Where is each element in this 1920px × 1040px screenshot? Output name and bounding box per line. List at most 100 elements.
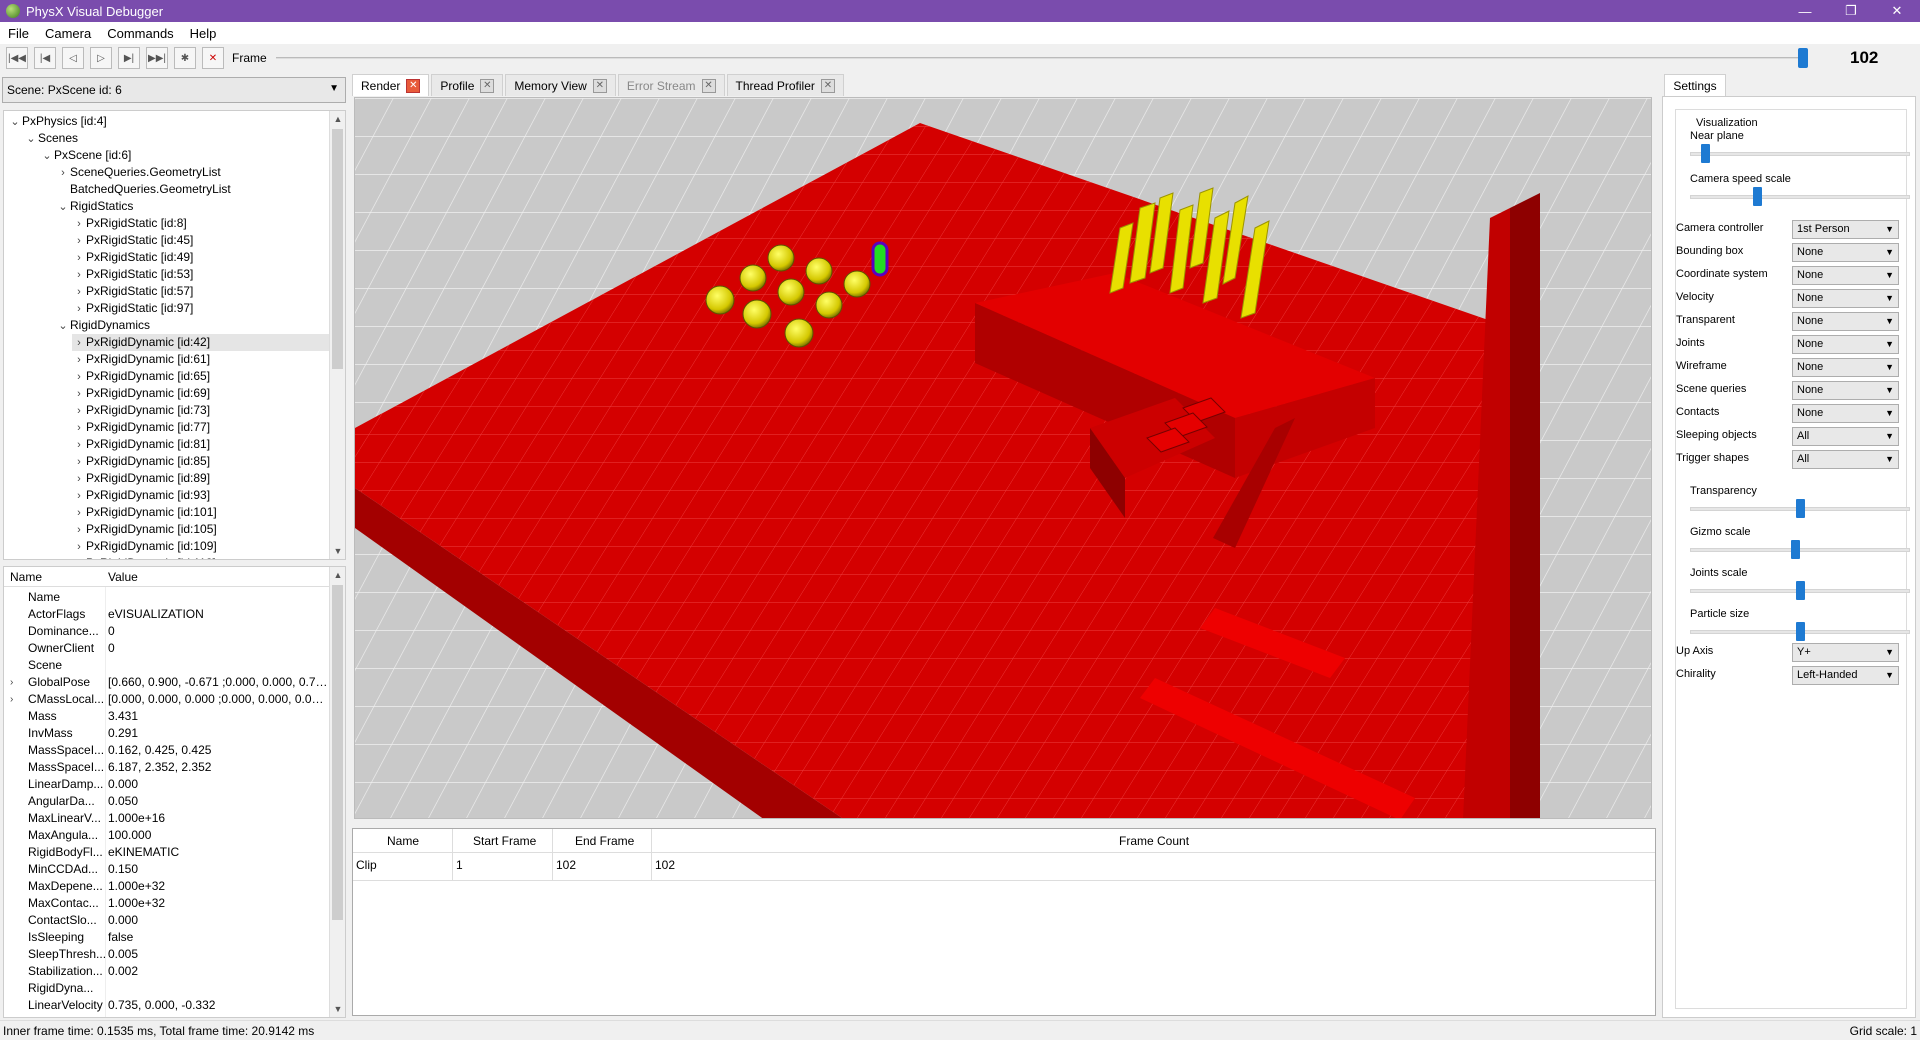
chevron-right-icon[interactable]: › xyxy=(72,301,86,318)
close-tab-icon[interactable]: ✕ xyxy=(480,78,495,93)
play-icon[interactable]: ▷ xyxy=(90,47,112,69)
property-row[interactable]: MinCCDAd... 0.150 xyxy=(4,861,331,878)
tree-item[interactable]: › PxRigidStatic [id:8] xyxy=(72,215,187,232)
chevron-right-icon[interactable]: › xyxy=(72,488,86,505)
setting-select[interactable]: None ▼ xyxy=(1792,243,1899,262)
chevron-right-icon[interactable]: › xyxy=(72,522,86,539)
scroll-up-icon[interactable]: ▲ xyxy=(330,567,345,583)
property-row[interactable]: ContactSlo... 0.000 xyxy=(4,912,331,929)
close-tab-icon[interactable]: ✕ xyxy=(701,78,716,93)
tree-item[interactable]: › PxRigidStatic [id:57] xyxy=(72,283,193,300)
close-button[interactable]: ✕ xyxy=(1874,0,1920,22)
chevron-right-icon[interactable]: › xyxy=(72,335,86,352)
property-row[interactable]: Scene xyxy=(4,657,331,674)
tree-item[interactable]: › PxRigidDynamic [id:61] xyxy=(72,351,210,368)
chevron-right-icon[interactable]: › xyxy=(72,505,86,522)
property-row[interactable]: InvMass 0.291 xyxy=(4,725,331,742)
property-row[interactable]: MaxAngula... 100.000 xyxy=(4,827,331,844)
property-row[interactable]: MassSpaceI... 6.187, 2.352, 2.352 xyxy=(4,759,331,776)
scroll-up-icon[interactable]: ▲ xyxy=(330,111,345,127)
chevron-right-icon[interactable]: › xyxy=(72,403,86,420)
tree-item[interactable]: › PxRigidDynamic [id:93] xyxy=(72,487,210,504)
minimize-button[interactable]: — xyxy=(1782,0,1828,22)
tree-item[interactable]: › PxRigidDynamic [id:89] xyxy=(72,470,210,487)
setting-select[interactable]: None ▼ xyxy=(1792,312,1899,331)
setting-select[interactable]: Left-Handed ▼ xyxy=(1792,666,1899,685)
tab-profile[interactable]: Profile ✕ xyxy=(431,74,504,96)
menu-file[interactable]: File xyxy=(0,26,37,41)
tree-item[interactable]: › PxRigidDynamic [id:69] xyxy=(72,385,210,402)
chevron-right-icon[interactable]: › xyxy=(72,454,86,471)
property-row[interactable]: IsSleeping false xyxy=(4,929,331,946)
chevron-down-icon[interactable]: ⌄ xyxy=(24,131,38,148)
property-row[interactable]: › CMassLocal... [0.000, 0.000, 0.000 ;0.00… xyxy=(4,691,331,708)
chevron-right-icon[interactable]: › xyxy=(72,556,86,559)
tree-item[interactable]: › PxRigidStatic [id:53] xyxy=(72,266,193,283)
clip-table[interactable]: Name Start Frame End Frame Frame Count C… xyxy=(352,828,1656,1016)
connect-icon[interactable]: ✱ xyxy=(174,47,196,69)
scene-select[interactable]: Scene: PxScene id: 6 ▼ xyxy=(2,77,346,103)
tree-item[interactable]: › PxRigidDynamic [id:65] xyxy=(72,368,210,385)
tree-item[interactable]: BatchedQueries.GeometryList xyxy=(56,181,231,198)
tree-item[interactable]: › PxRigidDynamic [id:77] xyxy=(72,419,210,436)
property-row[interactable]: › GlobalPose [0.660, 0.900, -0.671 ;0.000,… xyxy=(4,674,331,691)
tree-item[interactable]: › PxRigidDynamic [id:73] xyxy=(72,402,210,419)
tree-item[interactable]: › PxRigidStatic [id:97] xyxy=(72,300,193,317)
menu-camera[interactable]: Camera xyxy=(37,26,99,41)
tree-item[interactable]: › PxRigidStatic [id:45] xyxy=(72,232,193,249)
chevron-down-icon[interactable]: ⌄ xyxy=(8,114,22,131)
close-tab-icon[interactable]: ✕ xyxy=(592,78,607,93)
chevron-down-icon[interactable]: ⌄ xyxy=(56,318,70,335)
property-row[interactable]: Name xyxy=(4,589,331,606)
property-row[interactable]: LinearVelocity 0.735, 0.000, -0.332 xyxy=(4,997,331,1014)
property-row[interactable]: Dominance... 0 xyxy=(4,623,331,640)
chevron-right-icon[interactable]: › xyxy=(10,691,13,708)
tree-item[interactable]: › PxRigidDynamic [id:101] xyxy=(72,504,217,521)
tree-scrollbar[interactable]: ▲ ▼ xyxy=(329,111,345,559)
scene-render[interactable] xyxy=(355,98,1652,819)
tree-item[interactable]: › PxRigidDynamic [id:109] xyxy=(72,538,217,555)
tab-memory-view[interactable]: Memory View ✕ xyxy=(505,74,616,96)
property-row[interactable]: MaxContac... 1.000e+32 xyxy=(4,895,331,912)
setting-select[interactable]: None ▼ xyxy=(1792,358,1899,377)
tab-settings[interactable]: Settings xyxy=(1664,74,1726,96)
property-row[interactable]: MaxLinearV... 1.000e+16 xyxy=(4,810,331,827)
chevron-down-icon[interactable]: ⌄ xyxy=(40,148,54,165)
slider-track[interactable] xyxy=(1690,195,1910,199)
frame-slider-thumb[interactable] xyxy=(1798,48,1808,68)
render-viewport[interactable] xyxy=(354,97,1652,819)
slider-thumb[interactable] xyxy=(1700,144,1710,163)
setting-select[interactable]: 1st Person ▼ xyxy=(1792,220,1899,239)
scene-tree[interactable]: ⌄ PxPhysics [id:4] ⌄ Scenes ⌄ PxScene [id:6] ›… xyxy=(3,110,346,560)
property-grid[interactable]: Name Value Name ActorFlags eVISUALIZATION D… xyxy=(3,566,346,1018)
chevron-right-icon[interactable]: › xyxy=(72,369,86,386)
tree-item[interactable]: ⌄ PxPhysics [id:4] xyxy=(8,113,106,131)
chevron-right-icon[interactable]: › xyxy=(56,165,70,182)
property-row[interactable]: MassSpaceI... 0.162, 0.425, 0.425 xyxy=(4,742,331,759)
tree-item[interactable]: ⌄ RigidStatics xyxy=(56,198,133,215)
menu-help[interactable]: Help xyxy=(182,26,225,41)
property-row[interactable]: MaxDepene... 1.000e+32 xyxy=(4,878,331,895)
setting-select[interactable]: None ▼ xyxy=(1792,289,1899,308)
slider-thumb[interactable] xyxy=(1795,622,1805,641)
chevron-right-icon[interactable]: › xyxy=(72,267,86,284)
chevron-right-icon[interactable]: › xyxy=(72,250,86,267)
scroll-down-icon[interactable]: ▼ xyxy=(330,543,345,559)
tree-item[interactable]: ⌄ Scenes xyxy=(24,130,78,147)
step-forward-icon[interactable]: ▶| xyxy=(118,47,140,69)
frame-slider[interactable] xyxy=(276,57,1806,59)
close-tab-icon[interactable]: ✕ xyxy=(406,78,421,93)
tree-item[interactable]: › PxRigidDynamic [id:81] xyxy=(72,436,210,453)
property-row[interactable]: LinearDamp... 0.000 xyxy=(4,776,331,793)
setting-select[interactable]: Y+ ▼ xyxy=(1792,643,1899,662)
chevron-right-icon[interactable]: › xyxy=(10,674,13,691)
tree-scroll-thumb[interactable] xyxy=(332,129,343,369)
setting-select[interactable]: None ▼ xyxy=(1792,381,1899,400)
setting-select[interactable]: None ▼ xyxy=(1792,335,1899,354)
property-row[interactable]: RigidDyna... xyxy=(4,980,331,997)
tree-item[interactable]: › PxRigidStatic [id:49] xyxy=(72,249,193,266)
tab-thread-profiler[interactable]: Thread Profiler ✕ xyxy=(726,74,844,96)
step-back-icon[interactable]: ◁ xyxy=(62,47,84,69)
property-row[interactable]: OwnerClient 0 xyxy=(4,640,331,657)
first-frame-icon[interactable]: |◀◀ xyxy=(6,47,28,69)
